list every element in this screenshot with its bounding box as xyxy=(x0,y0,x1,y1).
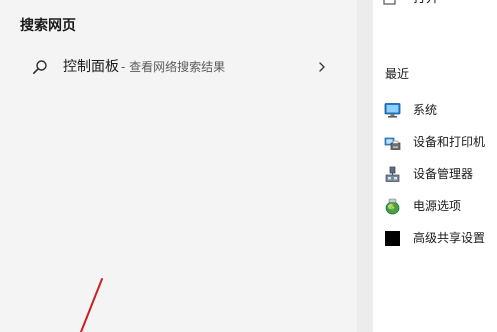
search-icon xyxy=(32,60,47,74)
recent-item-label: 设备管理器 xyxy=(413,167,474,181)
recent-item-label: 设备和打印机 xyxy=(413,135,486,149)
system-monitor-icon xyxy=(384,103,401,118)
recent-item-label: 电源选项 xyxy=(413,199,462,213)
web-search-result-item[interactable]: 控制面板 - 查看网络搜索结果 xyxy=(18,52,338,82)
device-manager-icon xyxy=(385,166,400,182)
devices-printers-icon xyxy=(384,137,401,150)
web-result-suffix: - 查看网络搜索结果 xyxy=(121,60,226,74)
web-result-query: 控制面板 xyxy=(63,59,119,75)
annotation-red-stroke xyxy=(80,278,103,332)
recent-item-advanced-sharing[interactable]: 高级共享设置 xyxy=(381,227,497,251)
open-label: 打开 xyxy=(413,0,439,8)
recent-item-device-manager[interactable]: 设备管理器 xyxy=(381,163,497,187)
recent-item-power-options[interactable]: 电源选项 xyxy=(381,195,497,219)
recent-item-devices-printers[interactable]: 设备和打印机 xyxy=(381,131,497,155)
recent-item-label: 系统 xyxy=(413,103,438,117)
open-icon xyxy=(383,0,396,5)
section-title-search-web: 搜索网页 xyxy=(20,18,76,34)
chevron-right-icon[interactable] xyxy=(316,60,328,74)
recent-section-title: 最近 xyxy=(385,67,410,81)
power-options-icon xyxy=(385,198,400,215)
recent-item-label: 高级共享设置 xyxy=(413,231,486,245)
search-results-pane: 搜索网页 控制面板 - 查看网络搜索结果 xyxy=(0,0,357,332)
advanced-sharing-icon xyxy=(385,231,400,246)
preview-pane: 打开 最近 系统 设备和打印机 设备管理器 xyxy=(373,0,497,332)
pane-divider xyxy=(357,0,373,332)
recent-item-system[interactable]: 系统 xyxy=(381,99,497,123)
open-action[interactable]: 打开 xyxy=(383,0,483,10)
